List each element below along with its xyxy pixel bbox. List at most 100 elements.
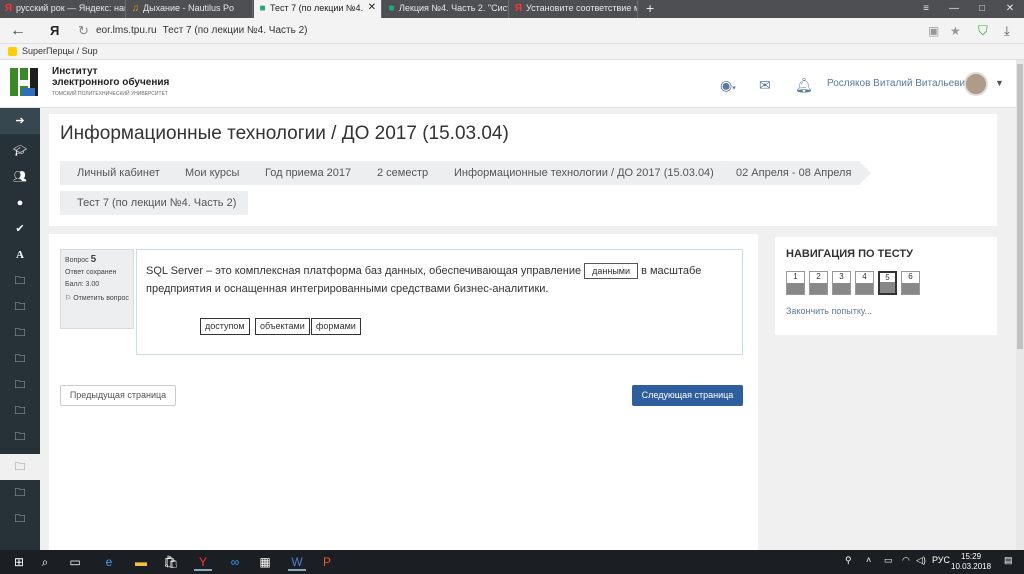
url-field[interactable]: eor.lms.tpu.ru Тест 7 (по лекции №4. Част… xyxy=(96,25,307,36)
quiz-nav-button[interactable]: 4 xyxy=(855,271,874,295)
sidebar-toggle[interactable]: ➔ xyxy=(0,108,40,134)
quiz-navigation: НАВИГАЦИЯ ПО ТЕСТУ 1 2 3 4 5 6 Закончить… xyxy=(775,237,997,335)
bookmark-folder-icon xyxy=(8,47,17,56)
search-icon[interactable]: ⌕ xyxy=(36,553,54,571)
breadcrumb-current[interactable]: Тест 7 (по лекции №4. Часть 2) xyxy=(60,191,248,215)
close-window-button[interactable]: ✕ xyxy=(996,0,1024,18)
maximize-button[interactable]: □ xyxy=(968,0,996,18)
sidebar: ➔ 🎓︎ 👥︎ ● ✔ A 🗀 🗀 🗀 🗀 🗀 🗀 🗀 🗀 🗀 🗀 xyxy=(0,108,40,550)
sidebar-item-dot[interactable]: ● xyxy=(0,190,40,216)
sidebar-item-users[interactable]: 👥︎ xyxy=(0,164,40,190)
star-icon[interactable]: ★ xyxy=(950,21,961,41)
download-icon[interactable]: ⤓ xyxy=(1004,21,1010,41)
edge-icon[interactable]: e xyxy=(100,553,118,571)
browser-tab[interactable]: ♫ Дыхание - Nautilus Po xyxy=(127,0,253,18)
volume-icon[interactable]: ◁) xyxy=(916,555,926,566)
taskbar: ⊞ ⌕ ▭ e ▬ 🛍︎ Y ∞ ▦ W P ⚲ ˄ ▭ ◠ ◁) РУС 15… xyxy=(0,550,1024,574)
folder-icon: 🗀 xyxy=(14,513,26,525)
arrow-right-circle-icon: ➔ xyxy=(15,115,25,127)
finish-attempt-link[interactable]: Закончить попытку... xyxy=(786,306,872,316)
word-icon[interactable]: W xyxy=(288,553,306,571)
breadcrumb-item[interactable]: Информационные технологии / ДО 2017 (15.… xyxy=(437,161,731,185)
drop-zone-answer[interactable]: данными xyxy=(584,263,639,280)
bell-icon[interactable]: 🔔︎ xyxy=(795,77,813,94)
user-name[interactable]: Росляков Виталий Витальевич xyxy=(827,78,970,89)
quiz-nav-button[interactable]: 6 xyxy=(901,271,920,295)
chevron-up-icon[interactable]: ˄ xyxy=(866,555,871,565)
envelope-icon[interactable]: ✉ xyxy=(759,77,771,94)
quiz-nav-button[interactable]: 1 xyxy=(786,271,805,295)
sidebar-item-folder[interactable]: 🗀 xyxy=(0,424,40,450)
yandex-logo[interactable]: Я xyxy=(50,21,59,41)
sidebar-item-text[interactable]: A xyxy=(0,242,40,268)
next-page-button[interactable]: Следующая страница xyxy=(632,385,743,406)
powerpoint-icon[interactable]: P xyxy=(318,553,336,571)
new-tab-button[interactable]: + xyxy=(646,0,654,16)
sidebar-item-folder[interactable]: 🗀 xyxy=(0,346,40,372)
breadcrumb-item[interactable]: Мои курсы xyxy=(168,161,260,185)
menu-icon[interactable]: ≡ xyxy=(912,0,940,18)
visual-studio-icon[interactable]: ∞ xyxy=(226,553,244,571)
quiz-nav-button[interactable]: 2 xyxy=(809,271,828,295)
browser-tab[interactable]: Я русский рок — Яндекс: нашлось xyxy=(0,0,126,18)
person-icon[interactable]: ⚲ xyxy=(845,555,852,566)
drag-choice[interactable]: формами xyxy=(311,318,361,335)
battery-icon[interactable]: ▭ xyxy=(884,555,893,566)
avatar[interactable] xyxy=(964,72,988,96)
question-region: Вопрос 5 Ответ сохранен Балл: 3.00 ⚐ Отм… xyxy=(49,234,758,550)
chevron-down-icon[interactable]: ▼ xyxy=(995,78,1004,88)
drag-choice[interactable]: доступом xyxy=(200,318,250,335)
previous-page-button[interactable]: Предыдущая страница xyxy=(60,385,176,406)
flag-question[interactable]: ⚐ Отметить вопрос xyxy=(65,294,129,303)
windows-start-icon[interactable]: ⊞ xyxy=(10,553,28,571)
close-icon[interactable]: ✕ xyxy=(368,2,376,13)
notifications-icon[interactable]: ▤ xyxy=(1004,555,1013,566)
breadcrumb-item[interactable]: Личный кабинет xyxy=(60,161,180,185)
sidebar-item-folder[interactable]: 🗀 xyxy=(0,506,40,532)
file-explorer-icon[interactable]: ▬ xyxy=(132,553,150,571)
minimize-button[interactable]: — xyxy=(940,0,968,18)
question-grade: Балл: 3.00 xyxy=(65,281,100,288)
logo-subtitle: ТОМСКИЙ ПОЛИТЕХНИЧЕСКИЙ УНИВЕРСИТЕТ xyxy=(52,91,168,97)
sidebar-item-folder[interactable]: 🗀 xyxy=(0,372,40,398)
sidebar-item-folder[interactable]: 🗀 xyxy=(0,294,40,320)
task-view-icon[interactable]: ▭ xyxy=(66,553,84,571)
folder-icon: 🗀 xyxy=(14,353,26,365)
sidebar-item-folder[interactable]: 🗀 xyxy=(0,320,40,346)
bookmark-item[interactable]: SuperПерцы / Sup xyxy=(22,46,98,56)
institute-logo[interactable] xyxy=(9,66,39,98)
sidebar-item-folder-active[interactable]: 🗀 xyxy=(0,454,40,480)
check-circle-icon: ✔ xyxy=(15,223,25,235)
browser-tab[interactable]: Я Установите соответствие м xyxy=(510,0,638,18)
shield-icon[interactable]: ⛉ xyxy=(978,21,988,41)
circle-icon: ● xyxy=(16,197,24,209)
browser-tab[interactable]: ■ Лекция №4. Часть 2. "Сист xyxy=(383,0,509,18)
clock[interactable]: 15:29 10.03.2018 xyxy=(951,552,991,572)
yandex-browser-icon[interactable]: Y xyxy=(194,553,212,571)
breadcrumb-item[interactable]: Год приема 2017 xyxy=(248,161,372,185)
sidebar-item-folder[interactable]: 🗀 xyxy=(0,480,40,506)
page-scrollbar[interactable] xyxy=(1016,60,1024,550)
tab-label: Установите соответствие м xyxy=(526,3,638,13)
translate-icon[interactable]: ▣ xyxy=(928,21,939,41)
sidebar-item-folder[interactable]: 🗀 xyxy=(0,398,40,424)
browser-tab-active[interactable]: ■ Тест 7 (по лекции №4. ✕ xyxy=(254,0,382,18)
breadcrumb-item[interactable]: 02 Апреля - 08 Апреля xyxy=(719,161,871,185)
scrollbar-thumb[interactable] xyxy=(1017,64,1023,349)
sidebar-item-courses[interactable]: 🎓︎ xyxy=(0,138,40,164)
drag-choice[interactable]: объектами xyxy=(255,318,310,335)
globe-icon[interactable]: ◉▾ xyxy=(720,77,736,94)
sidebar-item-check[interactable]: ✔ xyxy=(0,216,40,242)
quiz-nav-button[interactable]: 3 xyxy=(832,271,851,295)
app-icon[interactable]: ▦ xyxy=(256,553,274,571)
folder-icon: 🗀 xyxy=(14,461,26,473)
language-indicator[interactable]: РУС xyxy=(932,555,950,565)
reload-icon[interactable]: ↻ xyxy=(78,21,89,41)
sidebar-item-folder[interactable]: 🗀 xyxy=(0,268,40,294)
flag-icon: ⚐ xyxy=(65,295,72,302)
quiz-nav-button-current[interactable]: 5 xyxy=(878,271,897,295)
store-icon[interactable]: 🛍︎ xyxy=(162,553,180,571)
back-arrow-icon[interactable]: ← xyxy=(10,21,26,41)
question-content: SQL Server – это комплексная платформа б… xyxy=(136,249,743,355)
wifi-icon[interactable]: ◠ xyxy=(902,555,910,566)
